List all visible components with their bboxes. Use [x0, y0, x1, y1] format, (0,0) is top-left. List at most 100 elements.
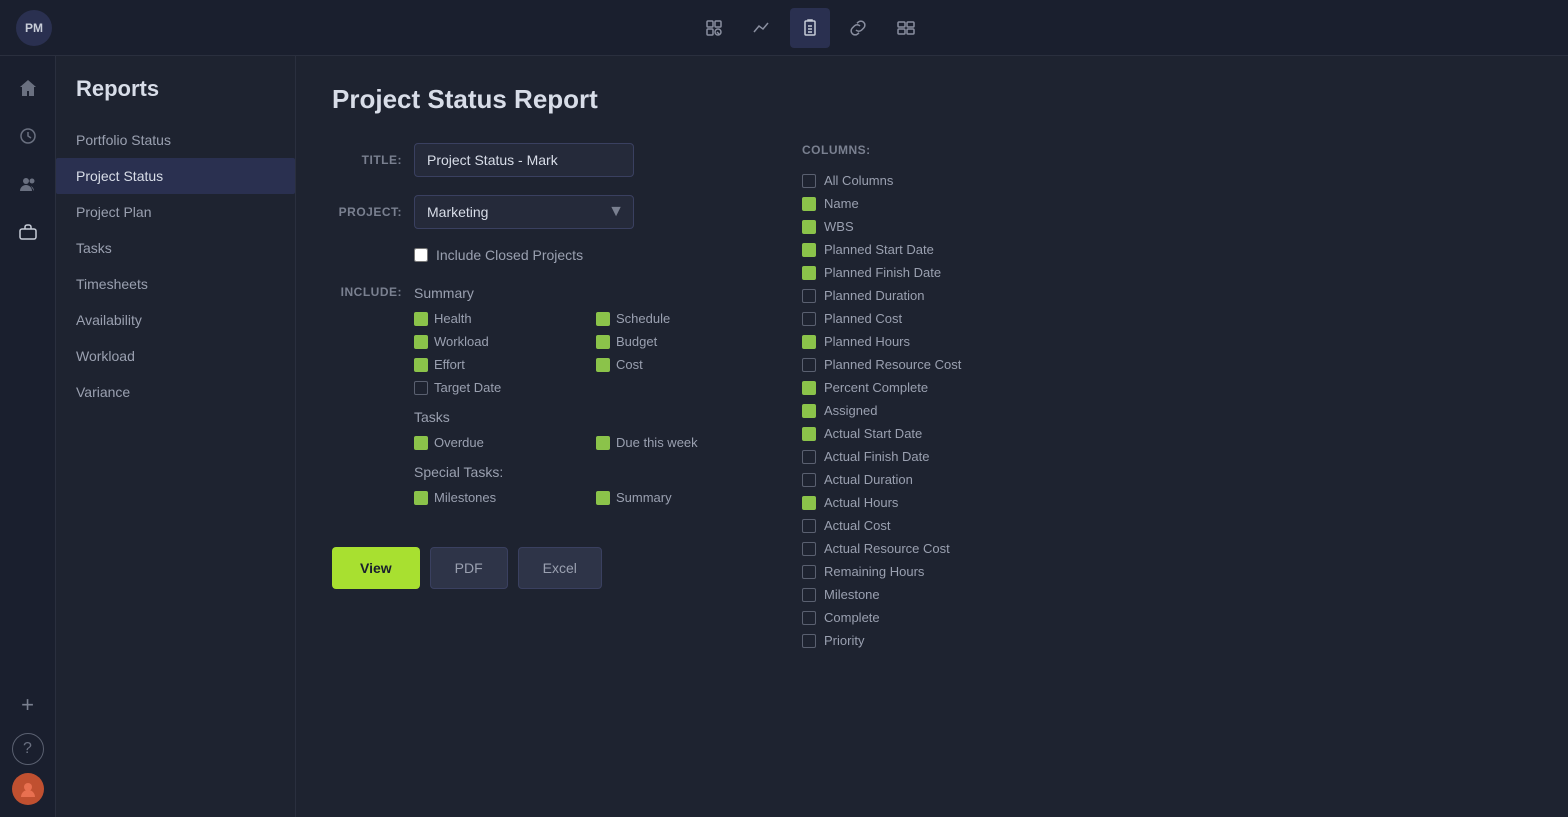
effort-checked-icon [414, 358, 428, 372]
health-label: Health [434, 311, 472, 326]
cb-effort: Effort [414, 357, 580, 372]
nav-add[interactable]: + [8, 685, 48, 725]
include-closed-checkbox[interactable] [414, 248, 428, 262]
columns-section: COLUMNS: All Columns Name WBS [802, 143, 1532, 652]
actual-finish-label: Actual Finish Date [824, 449, 930, 464]
col-wbs: WBS [802, 215, 1524, 238]
app-logo[interactable]: PM [16, 10, 52, 46]
sidebar-item-tasks[interactable]: Tasks [56, 230, 295, 266]
actual-cost-label: Actual Cost [824, 518, 890, 533]
nav-clock[interactable] [8, 116, 48, 156]
effort-label: Effort [434, 357, 465, 372]
priority-label: Priority [824, 633, 864, 648]
columns-scroll[interactable]: All Columns Name WBS Planned Start Date [802, 169, 1532, 652]
toolbar-link[interactable] [838, 8, 878, 48]
sidebar-item-availability[interactable]: Availability [56, 302, 295, 338]
col-complete: Complete [802, 606, 1524, 629]
title-row: TITLE: [332, 143, 762, 177]
all-columns-unchecked-icon [802, 174, 816, 188]
col-planned-hours: Planned Hours [802, 330, 1524, 353]
milestones-checked-icon [414, 491, 428, 505]
col-all-columns: All Columns [802, 169, 1524, 192]
sidebar-item-project-plan[interactable]: Project Plan [56, 194, 295, 230]
sidebar-item-project-status[interactable]: Project Status [56, 158, 295, 194]
sidebar: Reports Portfolio Status Project Status … [56, 56, 296, 817]
planned-start-checked-icon [802, 243, 816, 257]
col-actual-cost: Actual Cost [802, 514, 1524, 537]
nav-briefcase[interactable] [8, 212, 48, 252]
cb-milestones: Milestones [414, 490, 580, 505]
project-select-wrapper: Marketing Development Design Operations … [414, 195, 634, 229]
planned-hours-checked-icon [802, 335, 816, 349]
special-tasks-header: Special Tasks: [414, 464, 762, 480]
top-bar: PM [0, 0, 1568, 56]
summary-special-checked-icon [596, 491, 610, 505]
include-area: INCLUDE: Summary Health Sched [332, 281, 762, 519]
toolbar-search[interactable] [694, 8, 734, 48]
actual-hours-label: Actual Hours [824, 495, 898, 510]
remaining-hours-unchecked-icon [802, 565, 816, 579]
cb-workload: Workload [414, 334, 580, 349]
workload-checked-icon [414, 335, 428, 349]
sidebar-item-workload[interactable]: Workload [56, 338, 295, 374]
title-input[interactable] [414, 143, 634, 177]
toolbar-layout[interactable] [886, 8, 926, 48]
planned-start-label: Planned Start Date [824, 242, 934, 257]
wbs-col-label: WBS [824, 219, 854, 234]
actual-start-label: Actual Start Date [824, 426, 922, 441]
actual-finish-unchecked-icon [802, 450, 816, 464]
planned-resource-cost-label: Planned Resource Cost [824, 357, 961, 372]
planned-duration-unchecked-icon [802, 289, 816, 303]
planned-resource-cost-unchecked-icon [802, 358, 816, 372]
cost-checked-icon [596, 358, 610, 372]
pdf-button[interactable]: PDF [430, 547, 508, 589]
cb-due-this-week: Due this week [596, 435, 762, 450]
milestone-unchecked-icon [802, 588, 816, 602]
name-col-label: Name [824, 196, 859, 211]
target-date-label: Target Date [434, 380, 501, 395]
overdue-label: Overdue [434, 435, 484, 450]
page-title: Project Status Report [332, 84, 1532, 115]
excel-button[interactable]: Excel [518, 547, 602, 589]
summary-special-label: Summary [616, 490, 672, 505]
col-actual-duration: Actual Duration [802, 468, 1524, 491]
planned-duration-label: Planned Duration [824, 288, 924, 303]
nav-help[interactable]: ? [12, 733, 44, 765]
complete-unchecked-icon [802, 611, 816, 625]
summary-checkboxes: Health Schedule Workload [414, 311, 762, 395]
col-planned-resource-cost: Planned Resource Cost [802, 353, 1524, 376]
col-actual-finish: Actual Finish Date [802, 445, 1524, 468]
cb-summary-special: Summary [596, 490, 762, 505]
summary-header: Summary [414, 285, 762, 301]
planned-finish-label: Planned Finish Date [824, 265, 941, 280]
sidebar-item-portfolio[interactable]: Portfolio Status [56, 122, 295, 158]
overdue-checked-icon [414, 436, 428, 450]
buttons-row: View PDF Excel [332, 547, 762, 589]
planned-cost-unchecked-icon [802, 312, 816, 326]
nav-users[interactable] [8, 164, 48, 204]
sidebar-item-timesheets[interactable]: Timesheets [56, 266, 295, 302]
col-percent-complete: Percent Complete [802, 376, 1524, 399]
view-button[interactable]: View [332, 547, 420, 589]
cb-target-date: Target Date [414, 380, 580, 395]
percent-complete-label: Percent Complete [824, 380, 928, 395]
toolbar-chart[interactable] [742, 8, 782, 48]
main-layout: + ? Reports Portfolio Status Project Sta… [0, 56, 1568, 817]
actual-duration-label: Actual Duration [824, 472, 913, 487]
cb-schedule: Schedule [596, 311, 762, 326]
col-planned-finish: Planned Finish Date [802, 261, 1524, 284]
actual-hours-checked-icon [802, 496, 816, 510]
left-nav: + ? [0, 56, 56, 817]
sidebar-item-variance[interactable]: Variance [56, 374, 295, 410]
project-select[interactable]: Marketing Development Design Operations [414, 195, 634, 229]
tasks-checkboxes: Overdue Due this week [414, 435, 762, 450]
due-this-week-label: Due this week [616, 435, 698, 450]
milestones-label: Milestones [434, 490, 496, 505]
planned-finish-checked-icon [802, 266, 816, 280]
col-planned-duration: Planned Duration [802, 284, 1524, 307]
toolbar-clipboard[interactable] [790, 8, 830, 48]
nav-avatar[interactable] [12, 773, 44, 805]
form-layout: TITLE: PROJECT: Marketing Development De… [332, 143, 1532, 652]
nav-home[interactable] [8, 68, 48, 108]
planned-cost-label: Planned Cost [824, 311, 902, 326]
